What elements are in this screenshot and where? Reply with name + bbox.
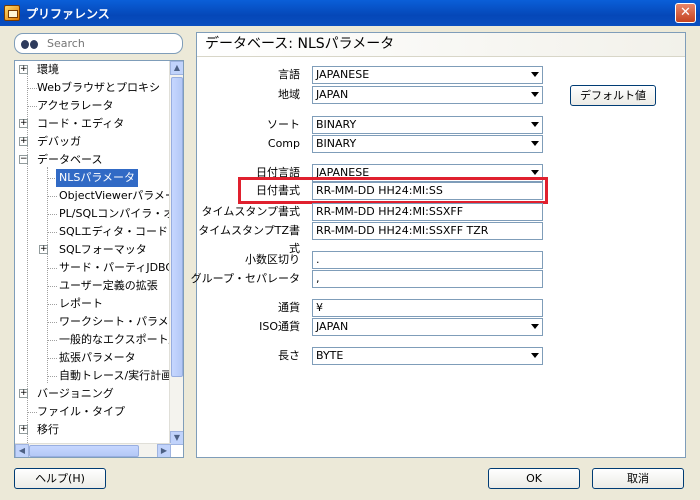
tree-connector xyxy=(47,232,57,233)
expand-icon[interactable]: + xyxy=(19,425,28,434)
scroll-down-icon[interactable]: ▼ xyxy=(170,431,183,445)
close-button[interactable]: ✕ xyxy=(675,3,696,23)
vertical-scroll-thumb[interactable] xyxy=(171,77,183,377)
help-button[interactable]: ヘルプ(H) xyxy=(14,468,106,489)
language-label: 言語 xyxy=(278,68,300,81)
territory-value: JAPAN xyxy=(316,88,349,101)
preferences-app-icon xyxy=(4,5,20,21)
iso-currency-select[interactable]: JAPAN xyxy=(312,318,543,336)
tree-item-label: アクセラレータ xyxy=(37,99,114,112)
tree-item-label: 拡張パラメータ xyxy=(59,351,136,364)
tree-connector xyxy=(47,358,57,359)
tree-connector xyxy=(47,322,57,323)
comp-select[interactable]: BINARY xyxy=(312,135,543,153)
tree-connector xyxy=(27,88,37,89)
tree-item-label: SQLエディタ・コード・テンプレート xyxy=(59,225,183,238)
tree-item-label: データベース xyxy=(37,153,103,166)
scroll-up-icon[interactable]: ▲ xyxy=(170,61,183,75)
tree-connector-line xyxy=(47,167,48,383)
dropdown-arrow-icon xyxy=(531,324,539,329)
dropdown-arrow-icon xyxy=(531,92,539,97)
binoculars-icon xyxy=(21,38,39,50)
group-separator-field[interactable]: , xyxy=(312,270,543,288)
territory-label: 地域 xyxy=(278,88,300,101)
window-title: プリファレンス xyxy=(26,6,110,21)
tree-connector xyxy=(47,340,57,341)
tree-item-label: SQLフォーマッタ xyxy=(59,243,147,256)
tree-item-label: 一般的なエクスポート/インポート xyxy=(59,333,184,346)
expand-icon[interactable]: + xyxy=(39,245,48,254)
expand-icon[interactable]: + xyxy=(19,137,28,146)
tree-item-label: NLSパラメータ xyxy=(56,169,139,187)
cancel-button[interactable]: 取消 xyxy=(592,468,684,489)
tree-item-label: Webブラウザとプロキシ xyxy=(37,81,160,94)
tree-item-label: ユーザー定義の拡張 xyxy=(59,279,158,292)
language-select[interactable]: JAPANESE xyxy=(312,66,543,84)
length-select[interactable]: BYTE xyxy=(312,347,543,365)
tree-item-label: 環境 xyxy=(37,63,59,76)
currency-field[interactable]: ¥ xyxy=(312,299,543,317)
length-value: BYTE xyxy=(316,349,344,362)
dropdown-arrow-icon xyxy=(531,122,539,127)
decimal-separator-field[interactable]: . xyxy=(312,251,543,269)
scroll-right-icon[interactable]: ▶ xyxy=(157,444,171,457)
ok-button[interactable]: OK xyxy=(488,468,580,489)
search-box[interactable] xyxy=(14,33,183,54)
tree-connector xyxy=(47,268,57,269)
tree-connector xyxy=(47,196,57,197)
comp-value: BINARY xyxy=(316,137,357,150)
dropdown-arrow-icon xyxy=(531,141,539,146)
tree-connector xyxy=(47,286,57,287)
horizontal-scroll-thumb[interactable] xyxy=(29,445,139,457)
dropdown-arrow-icon xyxy=(531,170,539,175)
sort-label: ソート xyxy=(267,118,300,131)
expand-icon[interactable]: + xyxy=(19,389,28,398)
default-values-button[interactable]: デフォルト値 xyxy=(570,85,656,106)
length-label: 長さ xyxy=(278,349,300,362)
iso-currency-value: JAPAN xyxy=(316,320,349,333)
tree-horizontal-scrollbar[interactable]: ◀ ▶ xyxy=(15,443,171,457)
tree-vertical-scrollbar[interactable]: ▲ ▼ xyxy=(169,61,183,445)
iso-currency-label: ISO通貨 xyxy=(259,320,300,333)
tree-item-label: バージョニング xyxy=(37,387,114,400)
tree-connector xyxy=(47,214,57,215)
tree-item-label: PL/SQLコンパイラ・オプション xyxy=(59,207,183,220)
language-value: JAPANESE xyxy=(316,68,370,81)
tree-connector xyxy=(27,106,37,107)
title-bar: プリファレンス ✕ xyxy=(0,0,700,26)
tree-item-label: ワークシート・パラメータ xyxy=(59,315,184,328)
currency-label: 通貨 xyxy=(278,301,300,314)
dropdown-arrow-icon xyxy=(531,353,539,358)
dropdown-arrow-icon xyxy=(531,72,539,77)
sort-value: BINARY xyxy=(316,118,357,131)
expand-icon[interactable]: + xyxy=(19,119,28,128)
sort-select[interactable]: BINARY xyxy=(312,116,543,134)
timestamp-tz-format-label: タイムスタンプTZ書式 xyxy=(198,224,300,255)
tree-connector xyxy=(47,304,57,305)
tree-item-label: 自動トレース/実行計画 xyxy=(59,369,173,382)
tree-item-label: サード・パーティJDBCドライバ xyxy=(59,261,183,274)
territory-select[interactable]: JAPAN xyxy=(312,86,543,104)
date-format-highlight xyxy=(238,177,548,204)
expand-icon[interactable]: + xyxy=(19,65,28,74)
tree-item-label: ObjectViewerパラメータ xyxy=(59,189,184,202)
group-separator-label: グループ・セパレータ xyxy=(190,272,300,285)
preferences-tree[interactable]: + 環境 Webブラウザとプロキシ アクセラレータ + コード・エディタ + デ… xyxy=(14,60,184,458)
decimal-separator-label: 小数区切り xyxy=(245,253,300,266)
timestamp-tz-format-field[interactable]: RR-MM-DD HH24:MI:SSXFF TZR xyxy=(312,222,543,240)
tree-item-label: コード・エディタ xyxy=(37,117,125,130)
scroll-left-icon[interactable]: ◀ xyxy=(15,444,29,457)
tree-connector xyxy=(27,412,37,413)
collapse-icon[interactable]: − xyxy=(19,155,28,164)
tree-connector xyxy=(47,376,57,377)
tree-item-label: デバッガ xyxy=(37,135,81,148)
tree-item-label: ファイル・タイプ xyxy=(37,405,125,418)
panel-title: データベース: NLSパラメータ xyxy=(197,33,685,57)
tree-item-label: 移行 xyxy=(37,423,59,436)
timestamp-format-label: タイムスタンプ書式 xyxy=(201,205,300,218)
tree-item-label: レポート xyxy=(59,297,103,310)
timestamp-format-field[interactable]: RR-MM-DD HH24:MI:SSXFF xyxy=(312,203,543,221)
search-input[interactable] xyxy=(47,37,157,50)
comp-label: Comp xyxy=(267,137,300,150)
